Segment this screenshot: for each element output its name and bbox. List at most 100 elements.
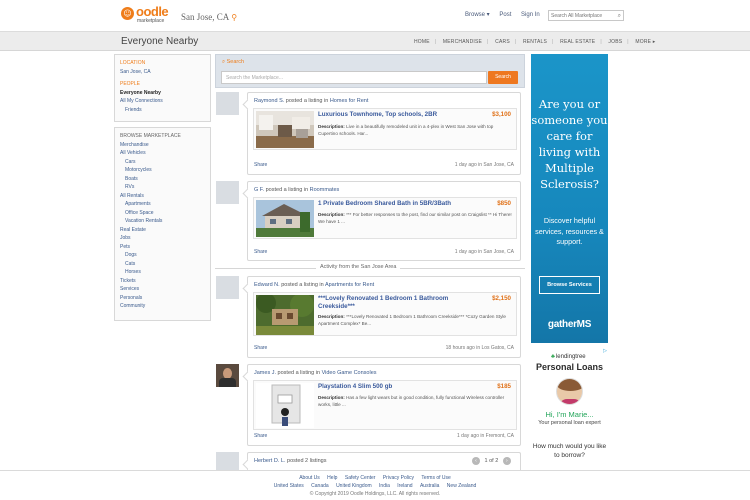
listing-title[interactable]: 1 Private Bedroom Shared Bath in 5BR/3Ba…: [318, 200, 478, 208]
avatar[interactable]: [216, 452, 239, 470]
cat-home[interactable]: HOME: [414, 39, 430, 45]
country-us[interactable]: United States: [274, 483, 304, 489]
poster-category[interactable]: Apartments for Rent: [325, 282, 374, 288]
listing[interactable]: 1 Private Bedroom Shared Bath in 5BR/3Ba…: [253, 197, 517, 239]
listing-photo[interactable]: [256, 111, 314, 148]
avatar[interactable]: [216, 181, 239, 204]
share-link[interactable]: Share: [254, 249, 267, 255]
poster-name[interactable]: Raymond S.: [254, 98, 284, 104]
country-australia[interactable]: Australia: [420, 483, 439, 489]
footer-about[interactable]: About Us: [299, 475, 320, 481]
poster-category[interactable]: Video Game Consoles: [322, 370, 377, 376]
share-link[interactable]: Share: [254, 345, 267, 351]
top-search-input[interactable]: [549, 11, 611, 20]
browse-item[interactable]: Boats: [120, 175, 205, 184]
browse-item[interactable]: All Rentals: [120, 192, 205, 201]
avatar[interactable]: [216, 276, 239, 299]
country-nz[interactable]: New Zealand: [447, 483, 476, 489]
browse-item[interactable]: Office Space: [120, 209, 205, 218]
listing-photo[interactable]: [256, 295, 314, 335]
people-everyone-nearby[interactable]: Everyone Nearby: [120, 89, 205, 98]
avatar[interactable]: [216, 364, 239, 387]
feed-poster-line: Edward N. posted a listing in Apartments…: [254, 282, 374, 288]
listing-title[interactable]: Playstation 4 Slim 500 gb: [318, 383, 478, 391]
marketplace-search-input[interactable]: Search the Marketplace...: [221, 71, 487, 84]
copyright: © Copyright 2019 Oodle Holdings, LLC. Al…: [309, 491, 441, 497]
adchoices-icon[interactable]: ▷: [603, 348, 607, 354]
top-search: ⌕: [548, 10, 624, 21]
country-uk[interactable]: United Kingdom: [336, 483, 372, 489]
ms-ad-banner[interactable]: Are you or someone you care for living w…: [531, 54, 608, 343]
browse-item[interactable]: RVs: [120, 183, 205, 192]
cat-more[interactable]: MORE ▸: [635, 39, 655, 45]
location-value[interactable]: San Jose, CA: [120, 68, 205, 77]
cat-real-estate[interactable]: REAL ESTATE: [560, 39, 595, 45]
footer-terms[interactable]: Terms of Use: [421, 475, 450, 481]
listing-meta: 1 day ago in Fremont, CA: [457, 433, 514, 439]
browse-item[interactable]: Services: [120, 285, 205, 294]
browse-item[interactable]: Merchandise: [120, 141, 205, 150]
browse-item[interactable]: Vacation Rentals: [120, 217, 205, 226]
browse-item[interactable]: Real Estate: [120, 226, 205, 235]
listing[interactable]: Luxurious Townhome, Top schools, 2BR $3,…: [253, 108, 517, 150]
poster-name[interactable]: Edward N.: [254, 282, 280, 288]
avatar[interactable]: [216, 92, 239, 115]
feed-poster-line: Herbert D. L. posted 2 listings: [254, 458, 326, 464]
browse-item[interactable]: Community: [120, 302, 205, 311]
ad-subtext: Discover helpful services, resources & s…: [535, 216, 604, 246]
listing-description: Description: *** For better responses to…: [318, 212, 512, 224]
listing[interactable]: ***Lovely Renovated 1 Bedroom 1 Bathroom…: [253, 292, 517, 336]
people-friends[interactable]: Friends: [120, 106, 205, 115]
browse-item[interactable]: Cats: [120, 260, 205, 269]
people-all-connections[interactable]: All My Connections: [120, 97, 205, 106]
browse-item[interactable]: Dogs: [120, 251, 205, 260]
cat-merchandise[interactable]: MERCHANDISE: [443, 39, 482, 45]
country-ireland[interactable]: Ireland: [397, 483, 412, 489]
cat-cars[interactable]: CARS: [495, 39, 510, 45]
poster-category[interactable]: Homes for Rent: [330, 98, 369, 104]
browse-item[interactable]: Horses: [120, 268, 205, 277]
ad-headline: Personal Loans: [535, 362, 604, 372]
poster-category[interactable]: Roommates: [310, 187, 340, 193]
footer-links: About Us Help Safety Center Privacy Poli…: [0, 475, 750, 481]
browse-item[interactable]: Tickets: [120, 277, 205, 286]
post-link[interactable]: Post: [499, 12, 511, 18]
oodle-logo[interactable]: ☺ oodle marketplace: [121, 4, 175, 26]
chevron-left-icon[interactable]: ‹: [472, 457, 480, 465]
country-india[interactable]: India: [379, 483, 390, 489]
browse-item[interactable]: Cars: [120, 158, 205, 167]
browse-menu[interactable]: Browse ▾: [465, 12, 490, 18]
sign-in-link[interactable]: Sign In: [521, 12, 540, 18]
chevron-right-icon[interactable]: ›: [502, 457, 511, 465]
poster-name[interactable]: Herbert D. L.: [254, 458, 285, 464]
loan-ad-banner[interactable]: ▷ ♣lendingtree Personal Loans Hi, I'm Ma…: [531, 348, 608, 470]
browse-item[interactable]: All Vehicles: [120, 149, 205, 158]
footer-safety[interactable]: Safety Center: [345, 475, 376, 481]
listing-title[interactable]: ***Lovely Renovated 1 Bedroom 1 Bathroom…: [318, 295, 478, 311]
listing[interactable]: Playstation 4 Slim 500 gb $185 Descripti…: [253, 380, 517, 430]
poster-name[interactable]: G F.: [254, 187, 264, 193]
share-link[interactable]: Share: [254, 162, 267, 168]
share-link[interactable]: Share: [254, 433, 267, 439]
search-icon[interactable]: ⌕: [618, 12, 621, 20]
poster-name[interactable]: James J.: [254, 370, 276, 376]
footer-privacy[interactable]: Privacy Policy: [383, 475, 414, 481]
listing-photo[interactable]: [256, 200, 314, 237]
browse-item[interactable]: Apartments: [120, 200, 205, 209]
search-button[interactable]: Search: [488, 71, 518, 84]
browse-services-button[interactable]: Browse Services: [539, 276, 600, 294]
browse-item[interactable]: Pets: [120, 243, 205, 252]
browse-item[interactable]: Motorcycles: [120, 166, 205, 175]
listing-photo[interactable]: [256, 383, 314, 428]
feed-card: G F. posted a listing in Roommates 1 Pri…: [247, 181, 521, 261]
listing-title[interactable]: Luxurious Townhome, Top schools, 2BR: [318, 111, 478, 119]
city-selector[interactable]: San Jose, CA ⚲: [181, 12, 237, 22]
cat-jobs[interactable]: JOBS: [608, 39, 622, 45]
browse-item[interactable]: Personals: [120, 294, 205, 303]
footer-help[interactable]: Help: [327, 475, 337, 481]
country-canada[interactable]: Canada: [311, 483, 329, 489]
footer-countries: United States Canada United Kingdom Indi…: [0, 483, 750, 489]
feed-poster-line: Raymond S. posted a listing in Homes for…: [254, 98, 368, 104]
browse-item[interactable]: Jobs: [120, 234, 205, 243]
cat-rentals[interactable]: RENTALS: [523, 39, 547, 45]
